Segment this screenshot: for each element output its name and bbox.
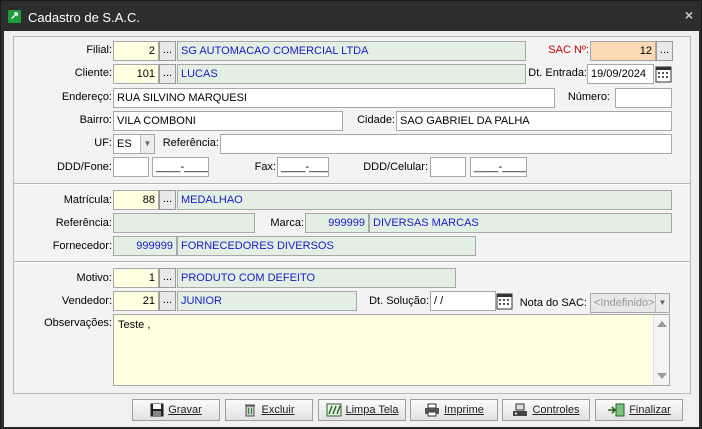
- scroll-down-icon[interactable]: [657, 373, 667, 379]
- endereco-label: Endereço:: [61, 91, 112, 103]
- motivo-label: Motivo:: [76, 272, 112, 284]
- dt-solucao-label: Dt. Solução:: [369, 295, 429, 307]
- imprime-button[interactable]: Imprime: [410, 399, 498, 421]
- numero-label: Número:: [567, 91, 610, 103]
- ddd-fone-label: DDD/Fone:: [56, 161, 112, 173]
- dt-entrada-input[interactable]: 19/09/2024: [587, 64, 654, 84]
- trash-icon: [245, 404, 256, 417]
- motivo-lookup-button[interactable]: ...: [159, 268, 176, 288]
- chevron-down-icon[interactable]: ▼: [140, 135, 154, 153]
- section-divider: [14, 261, 690, 263]
- fax-label: Fax:: [254, 161, 276, 173]
- ddd-celular-label: DDD/Celular:: [363, 161, 428, 173]
- finalizar-button[interactable]: Finalizar: [595, 399, 683, 421]
- limpa-tela-button[interactable]: Limpa Tela: [318, 399, 406, 421]
- eraser-icon: [326, 403, 341, 417]
- uf-select[interactable]: ES ▼: [113, 134, 155, 154]
- bairro-input[interactable]: VILA COMBONI: [113, 111, 343, 131]
- referencia-label: Referência:: [162, 137, 219, 149]
- fornecedor-code-field: 999999: [113, 236, 177, 256]
- cidade-input[interactable]: SAO GABRIEL DA PALHA: [396, 111, 672, 131]
- nota-sac-select[interactable]: <Indefinido> ▼: [590, 293, 670, 313]
- printer-icon: [425, 403, 440, 417]
- observacoes-label: Observações:: [44, 317, 112, 329]
- filial-label: Filial:: [86, 44, 112, 56]
- filial-code-input[interactable]: 2: [113, 41, 159, 61]
- uf-value: ES: [117, 138, 132, 150]
- form-panel: Filial: 2 ... SG AUTOMACAO COMERCIAL LTD…: [13, 36, 691, 394]
- observacoes-scrollbar[interactable]: [653, 315, 669, 385]
- uf-label: UF:: [94, 137, 112, 149]
- sac-lookup-button[interactable]: ...: [656, 41, 673, 61]
- vendedor-code-input[interactable]: 21: [113, 291, 159, 311]
- dt-entrada-label: Dt. Entrada:: [528, 67, 587, 79]
- chevron-down-icon[interactable]: ▼: [655, 294, 669, 312]
- marca-code-field: 999999: [305, 213, 369, 233]
- marca-name-field: DIVERSAS MARCAS: [369, 213, 672, 233]
- observacoes-text: Teste ,: [118, 319, 151, 331]
- nota-sac-value: <Indefinido>: [594, 297, 655, 309]
- fornecedor-name-field: FORNECEDORES DIVERSOS: [177, 236, 476, 256]
- limpa-tela-label: Limpa Tela: [345, 404, 399, 417]
- vendedor-label: Vendedor:: [61, 295, 112, 307]
- vendedor-lookup-button[interactable]: ...: [159, 291, 176, 311]
- floppy-disk-icon: [150, 403, 164, 417]
- sac-number-label: SAC Nº:: [548, 44, 589, 56]
- door-exit-icon: [608, 403, 625, 417]
- title-bar: ↗ Cadastro de S.A.C. ×: [1, 1, 701, 31]
- marca-label: Marca:: [270, 217, 304, 229]
- matricula-code-input[interactable]: 88: [113, 190, 159, 210]
- gravar-button[interactable]: Gravar: [132, 399, 220, 421]
- referencia-input[interactable]: [220, 134, 672, 154]
- fax-number-input[interactable]: ____-____: [277, 157, 329, 177]
- calendar-icon[interactable]: [655, 65, 672, 83]
- gravar-label: Gravar: [168, 404, 202, 417]
- motivo-name-field: PRODUTO COM DEFEITO: [177, 268, 456, 288]
- matricula-name-field: MEDALHAO: [177, 190, 672, 210]
- bairro-label: Bairro:: [79, 114, 112, 126]
- endereco-input[interactable]: RUA SILVINO MARQUESI: [113, 88, 555, 108]
- gear-icon: [513, 403, 528, 417]
- vendedor-name-field: JUNIOR: [177, 291, 357, 311]
- filial-name-field: SG AUTOMACAO COMERCIAL LTDA: [177, 41, 526, 61]
- dt-solucao-input[interactable]: / /: [430, 291, 496, 311]
- cliente-code-input[interactable]: 101: [113, 64, 159, 84]
- ddd-fone-number-input[interactable]: ____-____: [152, 157, 209, 177]
- controles-button[interactable]: Controles: [502, 399, 590, 421]
- nota-sac-label: Nota do SAC:: [519, 297, 587, 309]
- sac-window: ↗ Cadastro de S.A.C. × Filial: 2 ... SG …: [0, 0, 702, 429]
- sac-number-input[interactable]: 12: [590, 41, 656, 61]
- cliente-lookup-button[interactable]: ...: [159, 64, 176, 84]
- ddd-fone-ddd-input[interactable]: [113, 157, 149, 177]
- ddd-celular-number-input[interactable]: ____-____: [470, 157, 527, 177]
- fornecedor-label: Fornecedor:: [52, 240, 112, 252]
- cliente-name-field: LUCAS: [177, 64, 526, 84]
- controles-label: Controles: [532, 404, 580, 417]
- observacoes-textarea[interactable]: Teste ,: [113, 314, 670, 386]
- referencia2-label: Referência:: [55, 217, 112, 229]
- imprime-label: Imprime: [444, 404, 484, 417]
- section-divider: [14, 183, 690, 185]
- app-logo-icon: ↗: [8, 10, 21, 23]
- window-client-area: Filial: 2 ... SG AUTOMACAO COMERCIAL LTD…: [4, 31, 699, 427]
- close-icon[interactable]: ×: [685, 7, 693, 23]
- matricula-lookup-button[interactable]: ...: [159, 190, 176, 210]
- excluir-label: Excluir: [261, 404, 295, 417]
- scroll-up-icon[interactable]: [657, 321, 667, 327]
- calendar-icon[interactable]: [496, 292, 513, 310]
- matricula-label: Matrícula:: [63, 194, 112, 206]
- cliente-label: Cliente:: [74, 67, 112, 79]
- ddd-celular-ddd-input[interactable]: [430, 157, 466, 177]
- window-title: Cadastro de S.A.C.: [28, 10, 140, 25]
- referencia2-field: [113, 213, 255, 233]
- finalizar-label: Finalizar: [629, 404, 671, 417]
- excluir-button[interactable]: Excluir: [225, 399, 313, 421]
- numero-input[interactable]: [615, 88, 672, 108]
- filial-lookup-button[interactable]: ...: [159, 41, 176, 61]
- motivo-code-input[interactable]: 1: [113, 268, 159, 288]
- cidade-label: Cidade:: [357, 114, 395, 126]
